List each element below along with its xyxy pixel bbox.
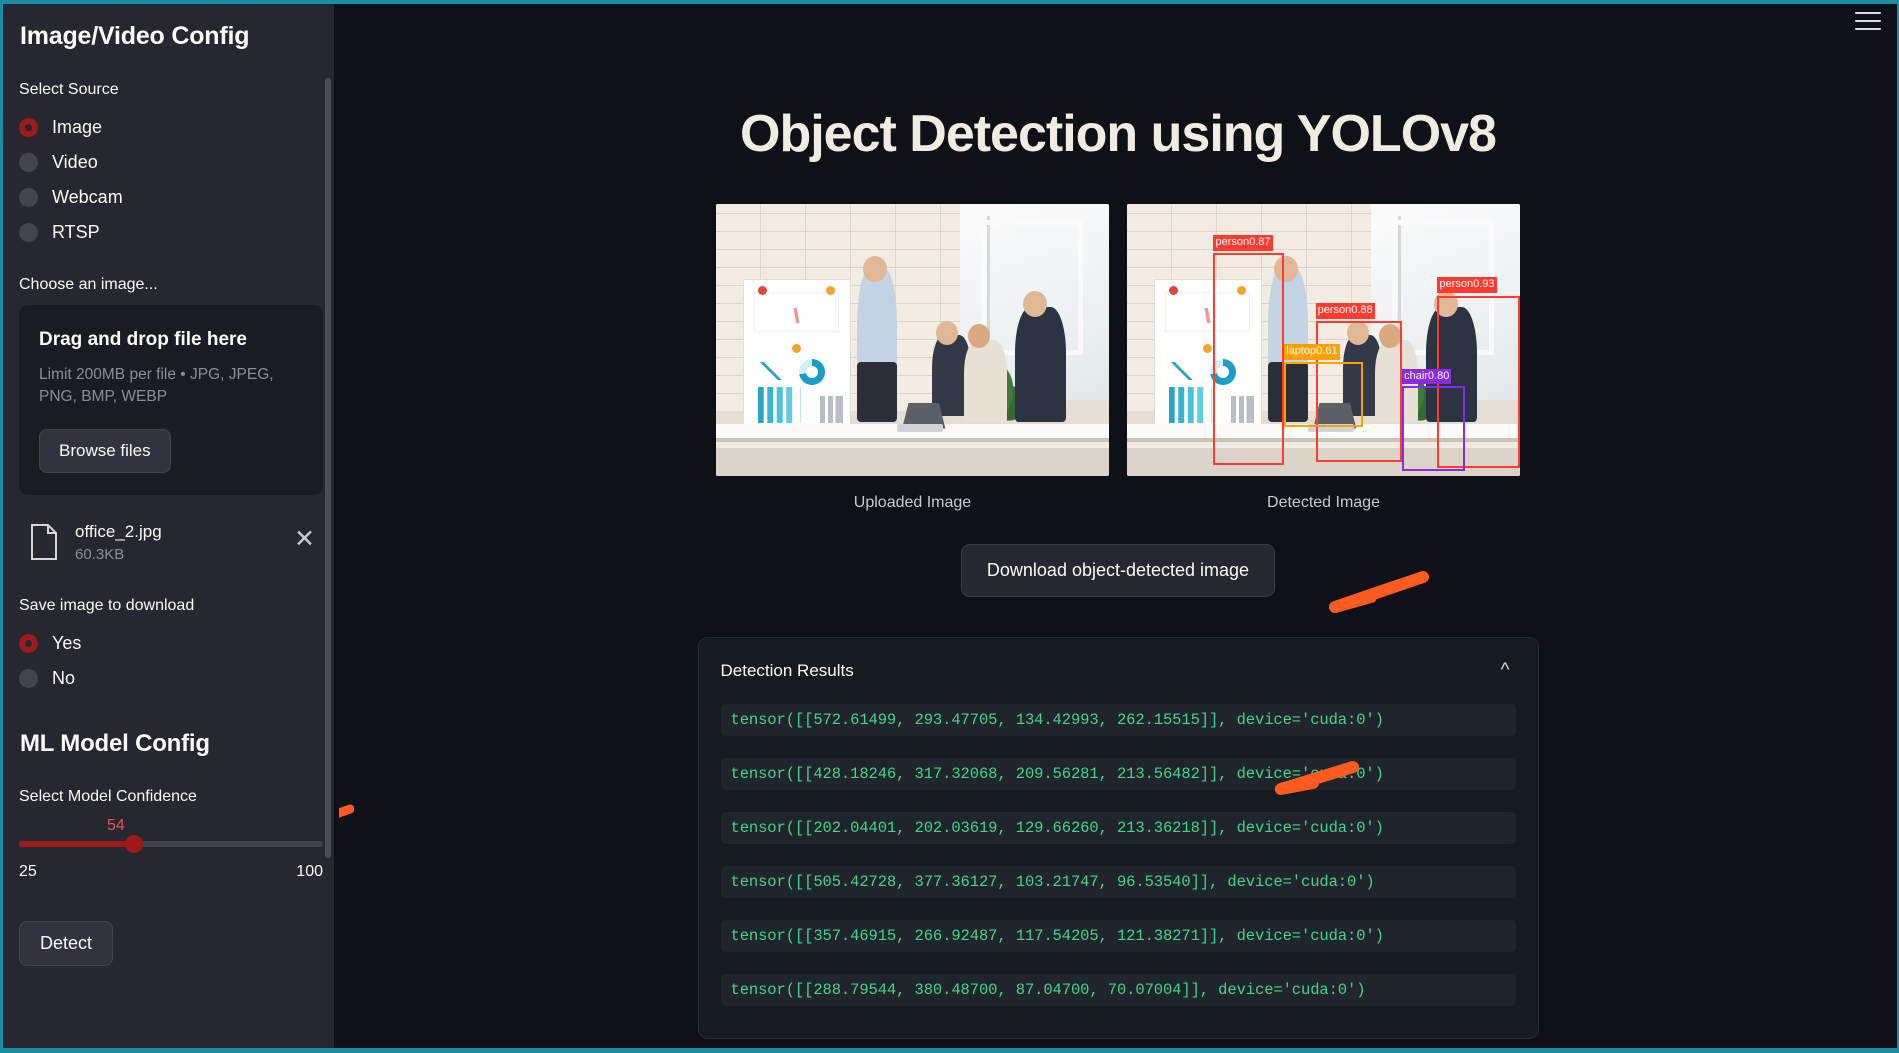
tensor-row: tensor([[288.79544, 380.48700, 87.04700,… (720, 974, 1516, 1006)
browse-files-button[interactable]: Browse files (39, 428, 171, 473)
bbox-label-laptop: laptop0.61 (1284, 344, 1340, 360)
choose-image-label: Choose an image... (19, 276, 158, 293)
confidence-slider[interactable]: 54 25 100 (19, 817, 323, 881)
detected-image-caption: Detected Image (1267, 494, 1380, 511)
slider-range: 25 100 (19, 863, 323, 881)
radio-dot-icon (19, 634, 38, 654)
select-source-label: Select Source (19, 81, 119, 98)
hamburger-menu-icon[interactable] (1855, 12, 1881, 32)
uploaded-image-column: Uploaded Image (716, 204, 1109, 512)
radio-label: Yes (52, 633, 82, 654)
detected-image: person0.87 person0.88 person0.93 laptop0… (1127, 204, 1520, 476)
bbox-label-person-1: person0.87 (1213, 235, 1273, 251)
save-image-label: Save image to download (19, 597, 195, 615)
dropzone-limits: Limit 200MB per file • JPG, JPEG, PNG, B… (39, 366, 274, 406)
radio-label: No (52, 668, 76, 689)
slider-thumb[interactable] (125, 835, 144, 854)
confidence-value: 54 (107, 817, 125, 835)
uploaded-file-meta: office_2.jpg 60.3KB (75, 521, 272, 563)
tensor-row: tensor([[202.04401, 202.03619, 129.66260… (720, 812, 1516, 844)
detection-results-title: Detection Results (720, 661, 854, 680)
radio-option-yes[interactable]: Yes (19, 626, 323, 661)
radio-option-image[interactable]: Image (19, 110, 323, 145)
tensor-row: tensor([[357.46915, 266.92487, 117.54205… (720, 920, 1516, 952)
radio-dot-icon (19, 669, 38, 689)
radio-label: Webcam (52, 187, 123, 207)
tensor-row: tensor([[505.42728, 377.36127, 103.21747… (720, 866, 1516, 898)
radio-dot-icon (19, 118, 38, 137)
uploaded-file-name: office_2.jpg (75, 521, 162, 541)
file-icon (29, 523, 59, 560)
radio-label: Video (52, 152, 98, 172)
radio-dot-icon (19, 153, 38, 172)
slider-fill (19, 841, 138, 848)
bbox-laptop (1284, 361, 1363, 428)
download-button-wrap: Download object-detected image (339, 544, 1897, 597)
radio-option-no[interactable]: No (19, 661, 323, 696)
uploaded-file-size: 60.3KB (75, 546, 125, 564)
slider-min: 25 (19, 863, 37, 881)
bbox-label-person-3: person0.93 (1437, 277, 1497, 293)
main-content: Object Detection using YOLOv8 Uploaded I… (339, 4, 1897, 1048)
chevron-up-icon[interactable]: ^ (1495, 660, 1516, 682)
source-radio-group[interactable]: Image Video Webcam RTSP (19, 110, 323, 250)
radio-option-webcam[interactable]: Webcam (19, 180, 323, 215)
bbox-label-chair: chair0.80 (1402, 368, 1452, 385)
detection-results-card: Detection Results ^ tensor([[572.61499, … (697, 637, 1539, 1039)
images-row: Uploaded Image person0.87 person0.88 per… (339, 204, 1897, 512)
radio-dot-icon (19, 223, 38, 242)
radio-label: RTSP (52, 222, 100, 242)
radio-option-rtsp[interactable]: RTSP (19, 215, 323, 250)
bbox-chair (1402, 386, 1465, 471)
detected-image-column: person0.87 person0.88 person0.93 laptop0… (1127, 204, 1520, 512)
dropzone-title: Drag and drop file here (39, 329, 247, 350)
slider-max: 100 (296, 863, 323, 881)
arrow-pointing-left-sidebar (339, 804, 354, 818)
radio-option-video[interactable]: Video (19, 145, 323, 180)
uploaded-image-caption: Uploaded Image (853, 494, 972, 511)
confidence-label: Select Model Confidence (19, 788, 197, 806)
detection-results-header[interactable]: Detection Results ^ (721, 660, 1516, 682)
bbox-person-1 (1213, 252, 1285, 466)
slider-track[interactable] (19, 835, 323, 854)
app-root: Image/Video Config Select Source Image V… (3, 4, 1897, 1048)
close-icon[interactable]: ✕ (288, 527, 321, 556)
page-title: Object Detection using YOLOv8 (740, 105, 1497, 163)
tensor-row: tensor([[572.61499, 293.47705, 134.42993… (720, 704, 1516, 736)
radio-label: Image (52, 117, 103, 137)
sidebar-scrollbar[interactable] (325, 78, 331, 858)
uploaded-image (716, 204, 1109, 476)
uploaded-file-row: office_2.jpg 60.3KB ✕ (19, 517, 323, 567)
bbox-label-person-2: person0.88 (1315, 303, 1375, 319)
radio-dot-icon (19, 188, 38, 207)
file-uploader-dropzone[interactable]: Drag and drop file here Limit 200MB per … (19, 305, 323, 495)
sidebar-title: Image/Video Config (20, 22, 250, 50)
tensor-row: tensor([[428.18246, 317.32068, 209.56281… (720, 758, 1516, 790)
save-radio-group[interactable]: Yes No (19, 626, 323, 696)
detect-button[interactable]: Detect (19, 921, 114, 967)
download-detected-image-button[interactable]: Download object-detected image (960, 544, 1276, 597)
ml-model-config-title: ML Model Config (20, 730, 210, 758)
sidebar: Image/Video Config Select Source Image V… (3, 4, 339, 1048)
